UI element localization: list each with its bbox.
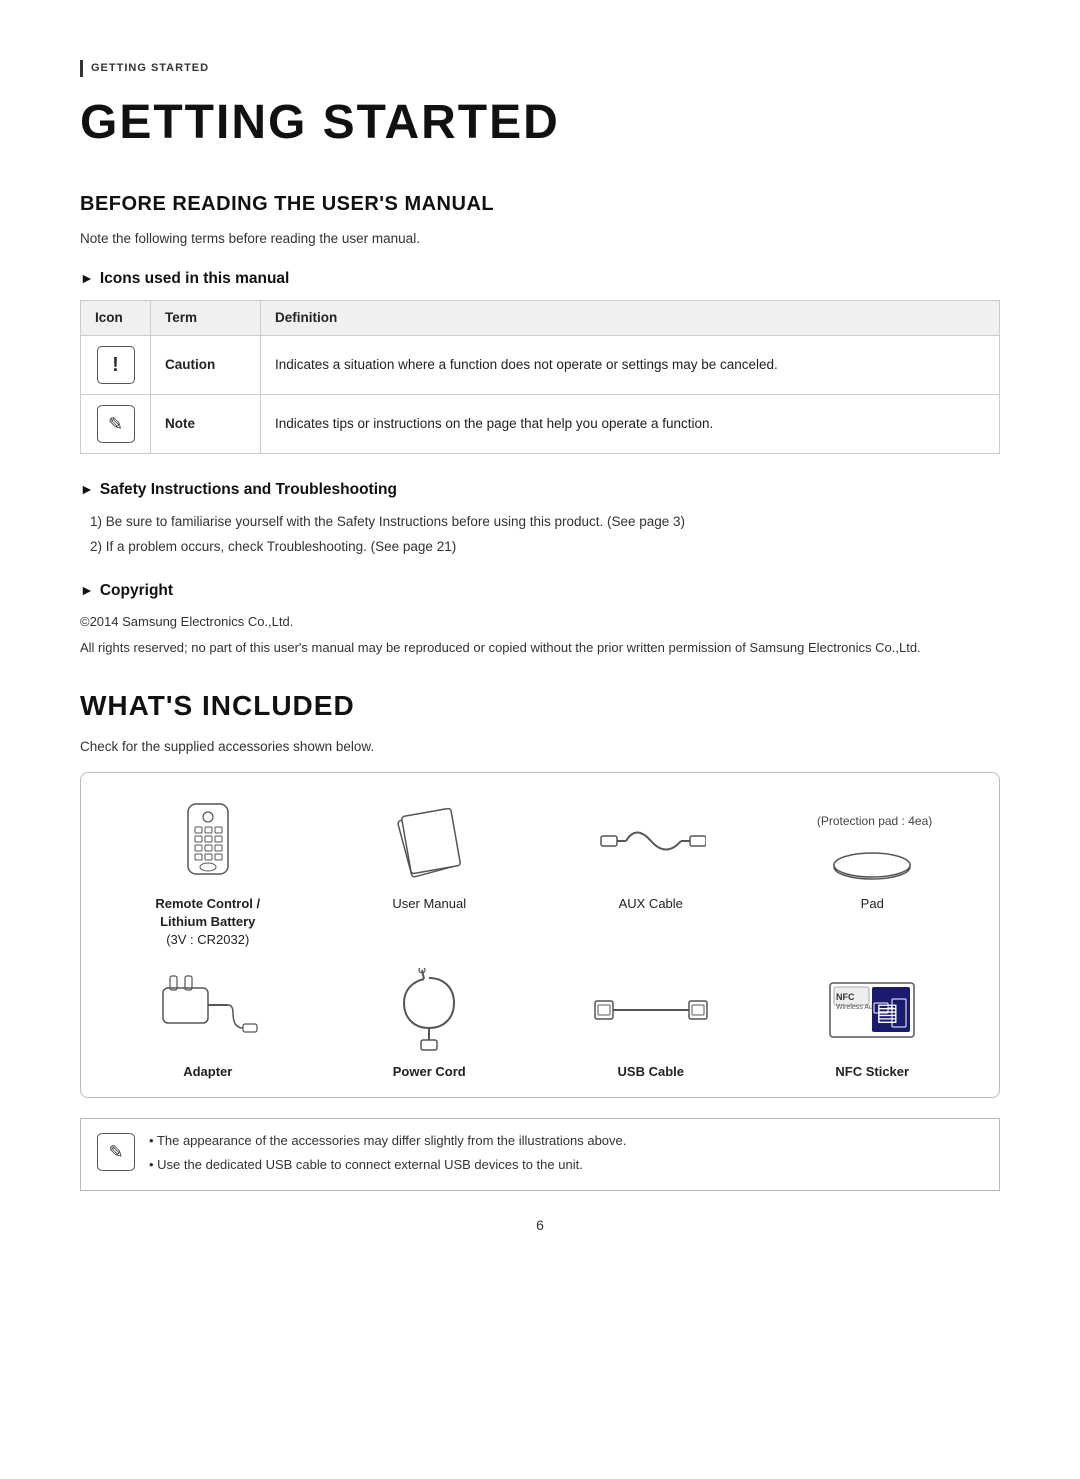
list-item: The appearance of the accessories may di…: [149, 1131, 626, 1151]
note-icon-cell: ✎: [81, 395, 151, 454]
list-item: Use the dedicated USB cable to connect e…: [149, 1155, 626, 1175]
accessory-power-cord: Power Cord: [323, 965, 537, 1081]
accessory-nfc-sticker: NFC Wireless Audio ▤ NFC Sticker: [766, 965, 980, 1081]
pad-img: (Protection pad : 4ea): [812, 797, 932, 887]
table-row: ✎ Note Indicates tips or instructions on…: [81, 395, 1000, 454]
nfc-sticker-img: NFC Wireless Audio ▤: [812, 965, 932, 1055]
accessory-usb-cable: USB Cable: [544, 965, 758, 1081]
col-icon-header: Icon: [81, 301, 151, 336]
accessory-remote-control: Remote Control / Lithium Battery (3V : C…: [101, 797, 315, 950]
usb-cable-label: USB Cable: [618, 1063, 684, 1081]
accessory-user-manual: User Manual: [323, 797, 537, 950]
page-number: 6: [80, 1215, 1000, 1236]
arrow-icon: ►: [80, 479, 94, 500]
caution-term: Caution: [151, 336, 261, 395]
power-cord-img: [369, 965, 489, 1055]
aux-cable-label: AUX Cable: [619, 895, 683, 913]
power-cord-label: Power Cord: [393, 1063, 466, 1081]
copyright-section-heading: ► Copyright: [80, 579, 1000, 602]
before-reading-heading: BEFORE READING THE USER'S MANUAL: [80, 189, 1000, 219]
icons-table: Icon Term Definition ! Caution Indicates…: [80, 300, 1000, 454]
col-term-header: Term: [151, 301, 261, 336]
arrow-icon: ►: [80, 580, 94, 601]
note-icon-wrap: ✎: [97, 1133, 135, 1171]
adapter-label: Adapter: [183, 1063, 232, 1081]
included-intro: Check for the supplied accessories shown…: [80, 737, 1000, 757]
safety-list: 1) Be sure to familiarise yourself with …: [80, 512, 1000, 558]
whats-included-heading: WHAT'S INCLUDED: [80, 685, 1000, 727]
note-icon: ✎: [97, 1133, 135, 1171]
aux-cable-img: [591, 797, 711, 887]
arrow-icon: ►: [80, 268, 94, 289]
remote-control-img: [148, 797, 268, 887]
accessory-pad: (Protection pad : 4ea) Pad: [766, 797, 980, 950]
note-icon: ✎: [97, 405, 135, 443]
safety-section-heading: ► Safety Instructions and Troubleshootin…: [80, 478, 1000, 501]
copyright-line-1: ©2014 Samsung Electronics Co.,Ltd.: [80, 612, 1000, 632]
table-row: ! Caution Indicates a situation where a …: [81, 336, 1000, 395]
note-definition: Indicates tips or instructions on the pa…: [261, 395, 1000, 454]
accessory-aux-cable: AUX Cable: [544, 797, 758, 950]
caution-icon: !: [97, 346, 135, 384]
protection-note: (Protection pad : 4ea): [812, 812, 932, 830]
accessory-adapter: Adapter: [101, 965, 315, 1081]
icons-section-heading: ► Icons used in this manual: [80, 267, 1000, 290]
note-bullets: The appearance of the accessories may di…: [149, 1131, 626, 1178]
user-manual-img: [369, 797, 489, 887]
accessories-box: Remote Control / Lithium Battery (3V : C…: [80, 772, 1000, 1099]
remote-control-label: Remote Control / Lithium Battery (3V : C…: [155, 895, 260, 950]
col-def-header: Definition: [261, 301, 1000, 336]
pad-label: Pad: [861, 895, 884, 913]
page-title: GETTING STARTED: [80, 87, 1000, 159]
usb-cable-img: [591, 965, 711, 1055]
svg-text:NFC: NFC: [836, 992, 855, 1002]
user-manual-label: User Manual: [392, 895, 466, 913]
caution-definition: Indicates a situation where a function d…: [261, 336, 1000, 395]
note-term: Note: [151, 395, 261, 454]
adapter-img: [148, 965, 268, 1055]
accessories-grid: Remote Control / Lithium Battery (3V : C…: [101, 797, 979, 1082]
section-label: GETTING STARTED: [80, 60, 1000, 77]
copyright-line-2: All rights reserved; no part of this use…: [80, 638, 1000, 658]
list-item: 2) If a problem occurs, check Troublesho…: [90, 537, 1000, 557]
caution-icon-cell: !: [81, 336, 151, 395]
nfc-sticker-label: NFC Sticker: [835, 1063, 909, 1081]
before-reading-intro: Note the following terms before reading …: [80, 229, 1000, 249]
note-box: ✎ The appearance of the accessories may …: [80, 1118, 1000, 1191]
list-item: 1) Be sure to familiarise yourself with …: [90, 512, 1000, 532]
